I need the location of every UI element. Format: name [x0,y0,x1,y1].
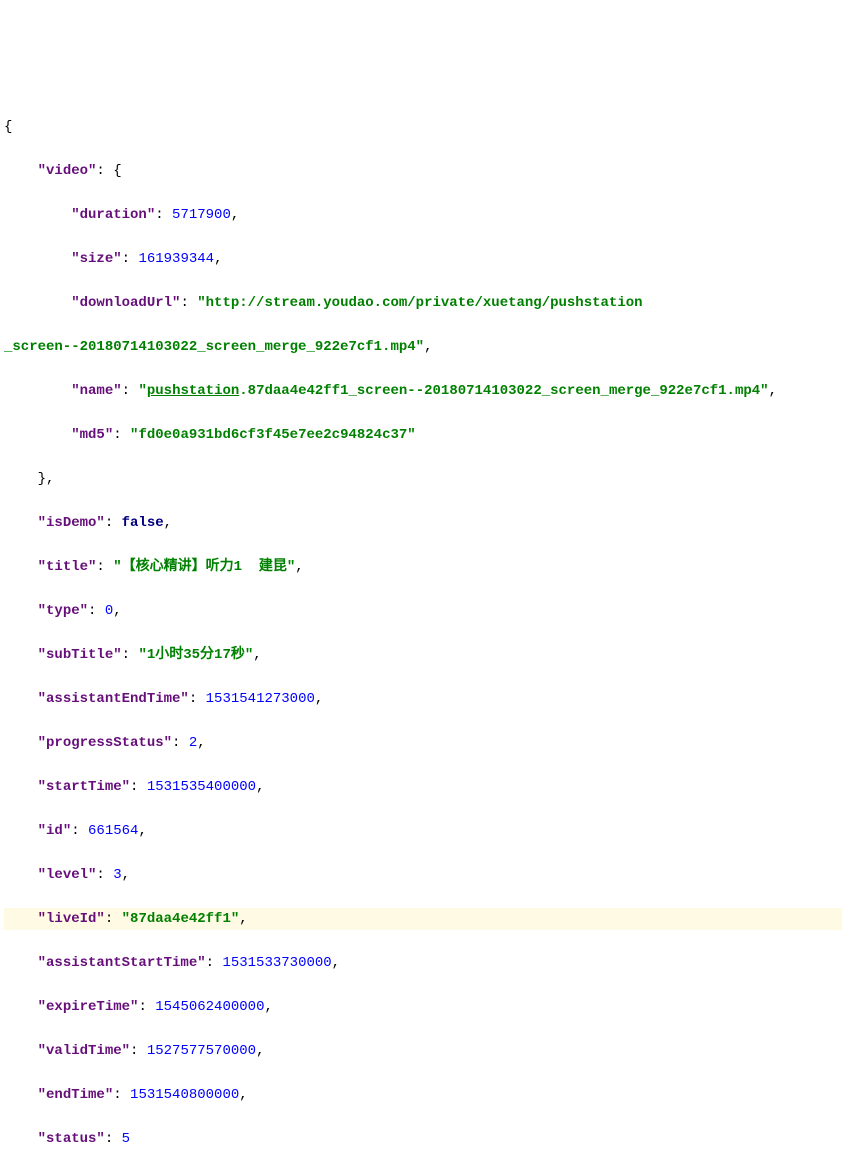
line-isdemo: "isDemo": false, [4,512,842,534]
line-validtime: "validTime": 1527577570000, [4,1040,842,1062]
line-id: "id": 661564, [4,820,842,842]
line-type: "type": 0, [4,600,842,622]
line-md5: "md5": "fd0e0a931bd6cf3f45e7ee2c94824c37… [4,424,842,446]
line-downloadurl-2: _screen--20180714103022_screen_merge_922… [4,336,842,358]
json-viewer: { "video": { "duration": 5717900, "size"… [4,94,842,1150]
line-open: { [4,116,842,138]
line-status: "status": 5 [4,1128,842,1150]
line-progressstatus: "progressStatus": 2, [4,732,842,754]
line-size: "size": 161939344, [4,248,842,270]
line-subtitle: "subTitle": "1小时35分17秒", [4,644,842,666]
line-starttime: "startTime": 1531535400000, [4,776,842,798]
line-downloadurl-1: "downloadUrl": "http://stream.youdao.com… [4,292,842,314]
line-video-close: }, [4,468,842,490]
line-endtime: "endTime": 1531540800000, [4,1084,842,1106]
line-liveid: "liveId": "87daa4e42ff1", [4,908,842,930]
line-expiretime: "expireTime": 1545062400000, [4,996,842,1018]
line-assistantstarttime: "assistantStartTime": 1531533730000, [4,952,842,974]
line-level: "level": 3, [4,864,842,886]
line-duration: "duration": 5717900, [4,204,842,226]
line-name: "name": "pushstation.87daa4e42ff1_screen… [4,380,842,402]
line-video-open: "video": { [4,160,842,182]
line-assistantendtime: "assistantEndTime": 1531541273000, [4,688,842,710]
